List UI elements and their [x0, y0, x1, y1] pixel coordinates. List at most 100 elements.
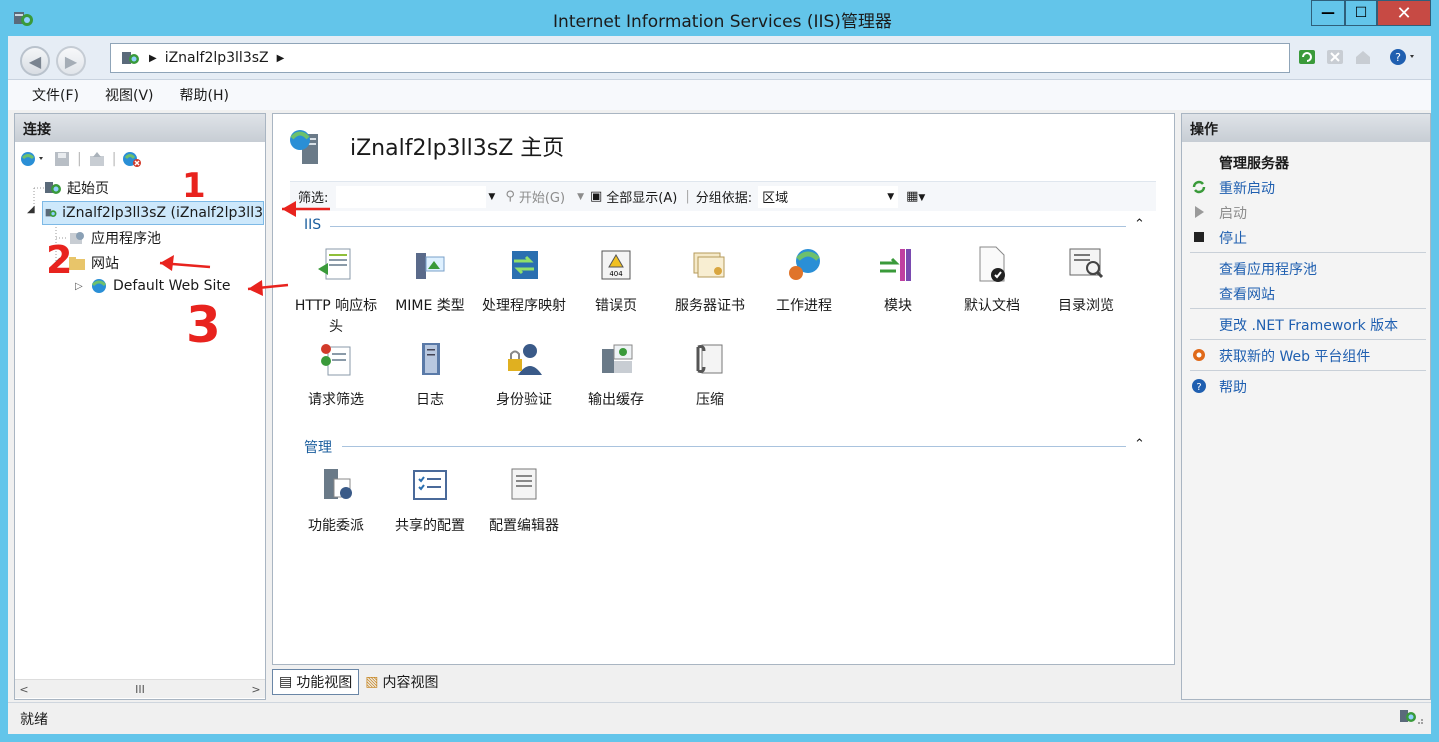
tree-item-app-pools[interactable]: 应用程序池 [68, 228, 161, 248]
feature-shared-configuration[interactable]: 共享的配置 [382, 465, 478, 537]
collapse-section-icon[interactable]: ⌃ [1134, 437, 1145, 452]
server-home-icon [290, 130, 318, 164]
modules-icon [880, 249, 911, 281]
scroll-thumb[interactable]: III [135, 683, 145, 696]
minimize-button[interactable]: — [1311, 0, 1345, 26]
actions-header: 操作 [1182, 114, 1430, 142]
feature-error-pages[interactable]: 404 错误页 [568, 245, 664, 317]
start-dropdown-icon[interactable]: ▼ [577, 192, 584, 202]
directory-browsing-icon [1069, 248, 1104, 279]
refresh-icon[interactable] [1296, 47, 1318, 67]
tree-collapse-icon[interactable]: ◢ [27, 204, 35, 215]
feature-mime-types[interactable]: MIME 类型 [382, 245, 478, 317]
actions-group-title: 管理服务器 [1219, 156, 1289, 172]
feature-output-caching[interactable]: 输出缓存 [568, 339, 664, 411]
forward-button[interactable]: ▶ [56, 46, 86, 76]
content-view-icon: ▧ [365, 674, 379, 690]
home-icon[interactable] [1352, 47, 1374, 67]
help-menu-icon[interactable]: ? [1388, 47, 1418, 67]
feature-request-filtering[interactable]: 请求筛选 [288, 339, 384, 411]
show-all-button[interactable]: 全部显示(A) [606, 187, 677, 206]
menu-help[interactable]: 帮助(H) [180, 85, 229, 105]
feature-logging[interactable]: 日志 [382, 339, 478, 411]
address-bar[interactable]: ▶ iZnalf2lp3ll3sZ ▶ [110, 43, 1290, 73]
group-by-select[interactable]: 区域 ▼ [758, 185, 899, 208]
tab-content-view[interactable]: ▧ 内容视图 [359, 669, 444, 695]
feature-delegation[interactable]: 功能委派 [288, 465, 384, 537]
toolbar-separator: | [111, 151, 117, 167]
maximize-button[interactable]: ☐ [1345, 0, 1377, 26]
feature-authentication[interactable]: 身份验证 [476, 339, 572, 411]
svg-text:?: ? [1395, 51, 1401, 64]
connect-globe-icon[interactable] [19, 150, 47, 168]
feature-directory-browsing[interactable]: 目录浏览 [1038, 245, 1134, 317]
action-view-sites[interactable]: 查看网站 [1219, 284, 1275, 304]
tree-label: 网站 [91, 256, 119, 272]
mime-types-icon [416, 253, 445, 279]
start-filter-button[interactable]: 开始(G) [519, 187, 565, 206]
toolbar-separator: | [77, 151, 82, 167]
stop-icon[interactable] [1324, 47, 1346, 67]
tree-expand-icon[interactable]: ▷ [75, 281, 83, 292]
feature-label: 错误页 [595, 298, 637, 314]
action-stop[interactable]: 停止 [1219, 228, 1247, 248]
feature-label: 服务器证书 [675, 298, 745, 314]
breadcrumb-chevron-icon[interactable]: ▶ [277, 53, 285, 64]
web-platform-icon [1193, 349, 1205, 361]
close-button[interactable]: ✕ [1377, 0, 1431, 26]
section-header-management[interactable]: 管理 [304, 437, 332, 457]
stop-square-icon [1194, 232, 1204, 242]
action-get-web-platform[interactable]: 获取新的 Web 平台组件 [1219, 346, 1370, 366]
scroll-right-icon[interactable]: > [247, 683, 265, 696]
globe-icon [91, 279, 107, 293]
feature-label: MIME 类型 [395, 298, 465, 314]
config-editor-icon [511, 468, 537, 500]
connections-hscrollbar[interactable]: < III > [15, 679, 265, 698]
error-pages-icon: 404 [601, 250, 631, 280]
filter-dropdown-icon[interactable]: ▼ [488, 192, 495, 202]
annotation-number-2: 2 [46, 238, 73, 282]
start-page-icon [45, 182, 61, 194]
disconnect-icon[interactable] [122, 150, 142, 168]
action-start[interactable]: 启动 [1219, 203, 1247, 223]
collapse-section-icon[interactable]: ⌃ [1134, 217, 1145, 232]
feature-handler-mappings[interactable]: 处理程序映射 [476, 245, 572, 317]
tab-features-view[interactable]: ▤ 功能视图 [272, 669, 360, 695]
tree-item-start-page[interactable]: 起始页 [44, 178, 109, 198]
breadcrumb-chevron-icon: ▶ [149, 52, 157, 64]
up-level-icon[interactable] [88, 150, 106, 168]
breadcrumb-server[interactable]: iZnalf2lp3ll3sZ [165, 50, 269, 66]
actions-separator [1190, 370, 1426, 371]
scroll-left-icon[interactable]: < [15, 683, 33, 696]
server-icon [45, 208, 57, 218]
feature-label: 日志 [416, 392, 444, 408]
svg-text:404: 404 [609, 270, 623, 278]
feature-server-certificates[interactable]: 服务器证书 [662, 245, 758, 317]
restart-icon [1192, 180, 1206, 194]
features-view-icon: ▤ [279, 674, 293, 690]
feature-worker-processes[interactable]: 工作进程 [756, 245, 852, 317]
authentication-icon [508, 344, 542, 375]
action-change-dotnet-version[interactable]: 更改 .NET Framework 版本 [1219, 315, 1398, 335]
back-button[interactable]: ◀ [20, 46, 50, 76]
filter-input[interactable] [336, 185, 487, 208]
tree-item-sites[interactable]: 网站 [68, 253, 119, 273]
feature-compression[interactable]: 压缩 [662, 339, 758, 411]
compression-icon [696, 344, 723, 374]
action-view-app-pools[interactable]: 查看应用程序池 [1219, 259, 1317, 279]
action-help[interactable]: 帮助 [1219, 377, 1247, 397]
group-by-label: 分组依据: [695, 191, 753, 206]
feature-default-document[interactable]: 默认文档 [944, 245, 1040, 317]
connections-toolbar: | | [15, 146, 265, 172]
feature-modules[interactable]: 模块 [850, 245, 946, 317]
view-mode-icon[interactable]: ▦▼ [906, 189, 925, 204]
action-restart[interactable]: 重新启动 [1219, 178, 1275, 198]
menu-file[interactable]: 文件(F) [32, 85, 79, 105]
feature-label: 目录浏览 [1058, 298, 1114, 314]
section-divider [342, 446, 1126, 447]
menu-view[interactable]: 视图(V) [105, 85, 154, 105]
chevron-down-icon: ▼ [887, 191, 895, 202]
feature-configuration-editor[interactable]: 配置编辑器 [476, 465, 572, 537]
save-icon[interactable] [53, 150, 71, 168]
feature-delegation-icon [324, 469, 352, 499]
